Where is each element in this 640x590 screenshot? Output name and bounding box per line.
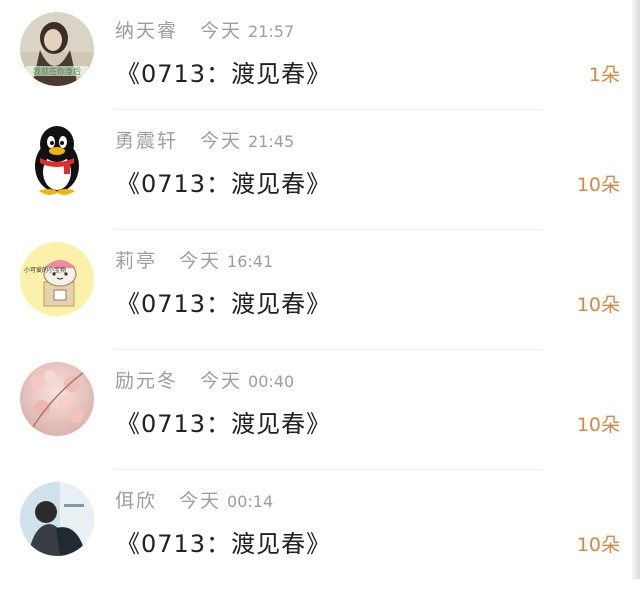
avatar[interactable]: [20, 362, 94, 436]
work-title: 《0713：渡见春》: [116, 170, 332, 198]
sender-name: 莉亭: [115, 250, 158, 272]
work-title: 《0713：渡见春》: [116, 290, 332, 318]
svg-text:小可爱的小宝物: 小可爱的小宝物: [24, 266, 66, 274]
avatar-photo-girl: 我就在你身后: [20, 12, 94, 86]
work-title: 《0713：渡见春》: [116, 60, 332, 88]
time-value: 21:45: [248, 132, 295, 151]
flower-count: 1朵: [588, 64, 620, 86]
sender-name: 勇震轩: [115, 130, 179, 152]
avatar[interactable]: 我就在你身后: [20, 12, 94, 86]
time-value: 16:41: [227, 252, 274, 271]
time-label: 今天: [179, 490, 222, 512]
list-item[interactable]: 小可爱的小宝物 莉亭 今天 16:41 《0713：渡见春》 10朵: [0, 230, 632, 350]
avatar[interactable]: 小可爱的小宝物: [20, 242, 94, 316]
blossom-photo-avatar: [20, 362, 94, 436]
time-value: 00:40: [248, 372, 295, 391]
time-label: 今天: [179, 250, 222, 272]
work-title: 《0713：渡见春》: [116, 410, 332, 438]
sender-meta: 莉亭 今天 16:41: [115, 246, 273, 273]
gift-list: 我就在你身后 纳天睿 今天 21:57 《0713：渡见春》 1朵 勇震轩 今天…: [0, 0, 632, 590]
time-label: 今天: [200, 130, 243, 152]
scroll-edge: [632, 0, 640, 579]
list-item[interactable]: 我就在你身后 纳天睿 今天 21:57 《0713：渡见春》 1朵: [0, 0, 632, 110]
time-label: 今天: [200, 20, 243, 42]
time-label: 今天: [200, 370, 243, 392]
flower-count: 10朵: [576, 174, 620, 196]
cartoon-cat-avatar: 小可爱的小宝物: [20, 242, 94, 316]
avatar[interactable]: [20, 122, 94, 196]
sender-name: 励元冬: [115, 370, 179, 392]
sender-meta: 纳天睿 今天 21:57: [115, 16, 294, 43]
penguin-avatar-icon: [20, 122, 94, 196]
flower-count: 10朵: [576, 414, 620, 436]
flower-count: 10朵: [576, 534, 620, 556]
list-item[interactable]: 佴欣 今天 00:14 《0713：渡见春》 10朵: [0, 470, 632, 590]
list-item[interactable]: 勇震轩 今天 21:45 《0713：渡见春》 10朵: [0, 110, 632, 230]
sender-meta: 勇震轩 今天 21:45: [115, 126, 294, 153]
svg-text:我就在你身后: 我就在你身后: [33, 66, 81, 76]
time-value: 00:14: [227, 492, 274, 511]
sender-meta: 佴欣 今天 00:14: [115, 486, 273, 513]
sender-name: 纳天睿: [115, 20, 179, 42]
work-title: 《0713：渡见春》: [116, 530, 332, 558]
boy-photo-avatar: [20, 482, 94, 556]
list-item[interactable]: 励元冬 今天 00:40 《0713：渡见春》 10朵: [0, 350, 632, 470]
avatar[interactable]: [20, 482, 94, 556]
flower-count: 10朵: [576, 294, 620, 316]
sender-name: 佴欣: [115, 490, 158, 512]
time-value: 21:57: [248, 22, 295, 41]
sender-meta: 励元冬 今天 00:40: [115, 366, 294, 393]
